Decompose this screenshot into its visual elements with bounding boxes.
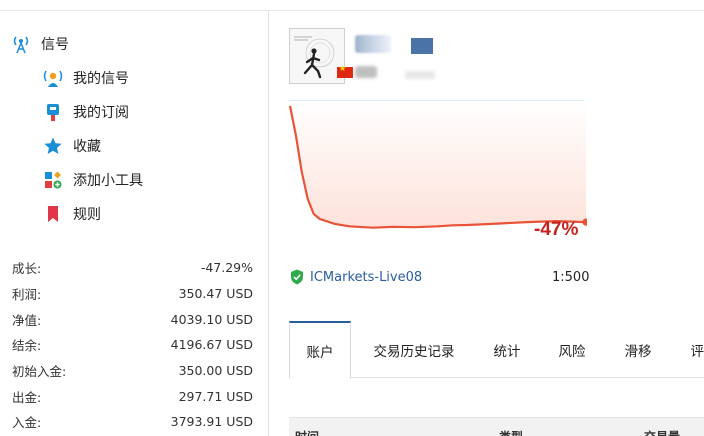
stat-value: 350.47 USD — [178, 286, 253, 302]
subscriptions-icon — [43, 102, 63, 122]
stat-value: -47.29% — [200, 260, 253, 276]
chart-area-fill — [290, 101, 586, 228]
signal-name-redacted — [355, 35, 391, 53]
stat-equity: 净值: 4039.10 USD — [12, 306, 253, 332]
stat-value: 3793.91 USD — [170, 414, 253, 430]
sidebar-item-label: 我的订阅 — [73, 105, 129, 121]
tab-statistics[interactable]: 统计 — [477, 321, 537, 378]
leverage-value: 1:500 — [552, 270, 590, 285]
broker-name: ICMarkets-Live08 — [310, 269, 423, 285]
redacted-block — [411, 38, 433, 54]
star-icon — [43, 136, 63, 156]
tab-reviews[interactable]: 评 — [669, 321, 704, 378]
table-header: 时间 类型 交易量 — [289, 417, 704, 436]
stat-label: 初始入金: — [12, 364, 67, 380]
bookmark-icon — [43, 204, 63, 224]
sidebar: 信号 我的信号 我的订阅 收藏 添加小工具 规则 成长: -47.29% 利润:… — [0, 11, 269, 436]
broker-link[interactable]: ICMarkets-Live08 — [290, 269, 422, 285]
column-header-time[interactable]: 时间 — [295, 428, 319, 436]
signal-detail: -47% ICMarkets-Live08 1:500 账户 交易历史记录 统计… — [270, 11, 704, 436]
china-flag-icon — [337, 64, 353, 78]
stat-value: 4196.67 USD — [170, 337, 253, 353]
column-header-type[interactable]: 类型 — [499, 428, 523, 436]
sidebar-item-label: 添加小工具 — [73, 173, 143, 189]
sidebar-item-add-widget[interactable]: 添加小工具 — [43, 170, 143, 190]
signal-antenna-icon — [12, 34, 30, 54]
redacted-text — [405, 71, 435, 79]
sidebar-header-label: 信号 — [41, 37, 69, 53]
stat-balance: 结余: 4196.67 USD — [12, 332, 253, 358]
tab-account[interactable]: 账户 — [289, 321, 351, 379]
stat-label: 利润: — [12, 287, 42, 303]
sidebar-item-my-signals[interactable]: 我的信号 — [43, 68, 129, 88]
detail-tabs: 账户 交易历史记录 统计 风险 滑移 评 — [289, 321, 704, 379]
sidebar-header-signals[interactable]: 信号 — [12, 34, 69, 54]
author-name-redacted — [355, 66, 377, 78]
my-signals-icon — [43, 68, 63, 88]
sidebar-item-label: 规则 — [73, 207, 101, 223]
tab-trade-history[interactable]: 交易历史记录 — [351, 321, 477, 378]
account-stats: 成长: -47.29% 利润: 350.47 USD 净值: 4039.10 U… — [12, 255, 253, 435]
stat-label: 入金: — [12, 415, 42, 431]
column-header-volume[interactable]: 交易量 — [644, 428, 680, 436]
stat-withdrawals: 出金: 297.71 USD — [12, 383, 253, 409]
stat-label: 净值: — [12, 312, 42, 328]
stat-initial-deposit: 初始入金: 350.00 USD — [12, 358, 253, 384]
stat-value: 4039.10 USD — [170, 311, 253, 327]
shield-check-icon — [290, 269, 304, 285]
add-widget-icon — [43, 170, 63, 190]
sidebar-item-favorites[interactable]: 收藏 — [43, 136, 101, 156]
stat-profit: 利润: 350.47 USD — [12, 281, 253, 307]
sidebar-item-rules[interactable]: 规则 — [43, 204, 101, 224]
tab-slippage[interactable]: 滑移 — [607, 321, 669, 378]
stat-deposits: 入金: 3793.91 USD — [12, 409, 253, 435]
stat-value: 350.00 USD — [178, 363, 253, 379]
stat-value: 297.71 USD — [178, 388, 253, 404]
sidebar-item-label: 收藏 — [73, 139, 101, 155]
sidebar-item-label: 我的信号 — [73, 71, 129, 87]
tab-risk[interactable]: 风险 — [537, 321, 607, 378]
stat-growth: 成长: -47.29% — [12, 255, 253, 281]
sidebar-item-subscriptions[interactable]: 我的订阅 — [43, 102, 129, 122]
stat-label: 出金: — [12, 389, 42, 405]
chart-growth-label: -47% — [534, 219, 579, 240]
stat-label: 结余: — [12, 338, 42, 354]
stat-label: 成长: — [12, 261, 42, 277]
